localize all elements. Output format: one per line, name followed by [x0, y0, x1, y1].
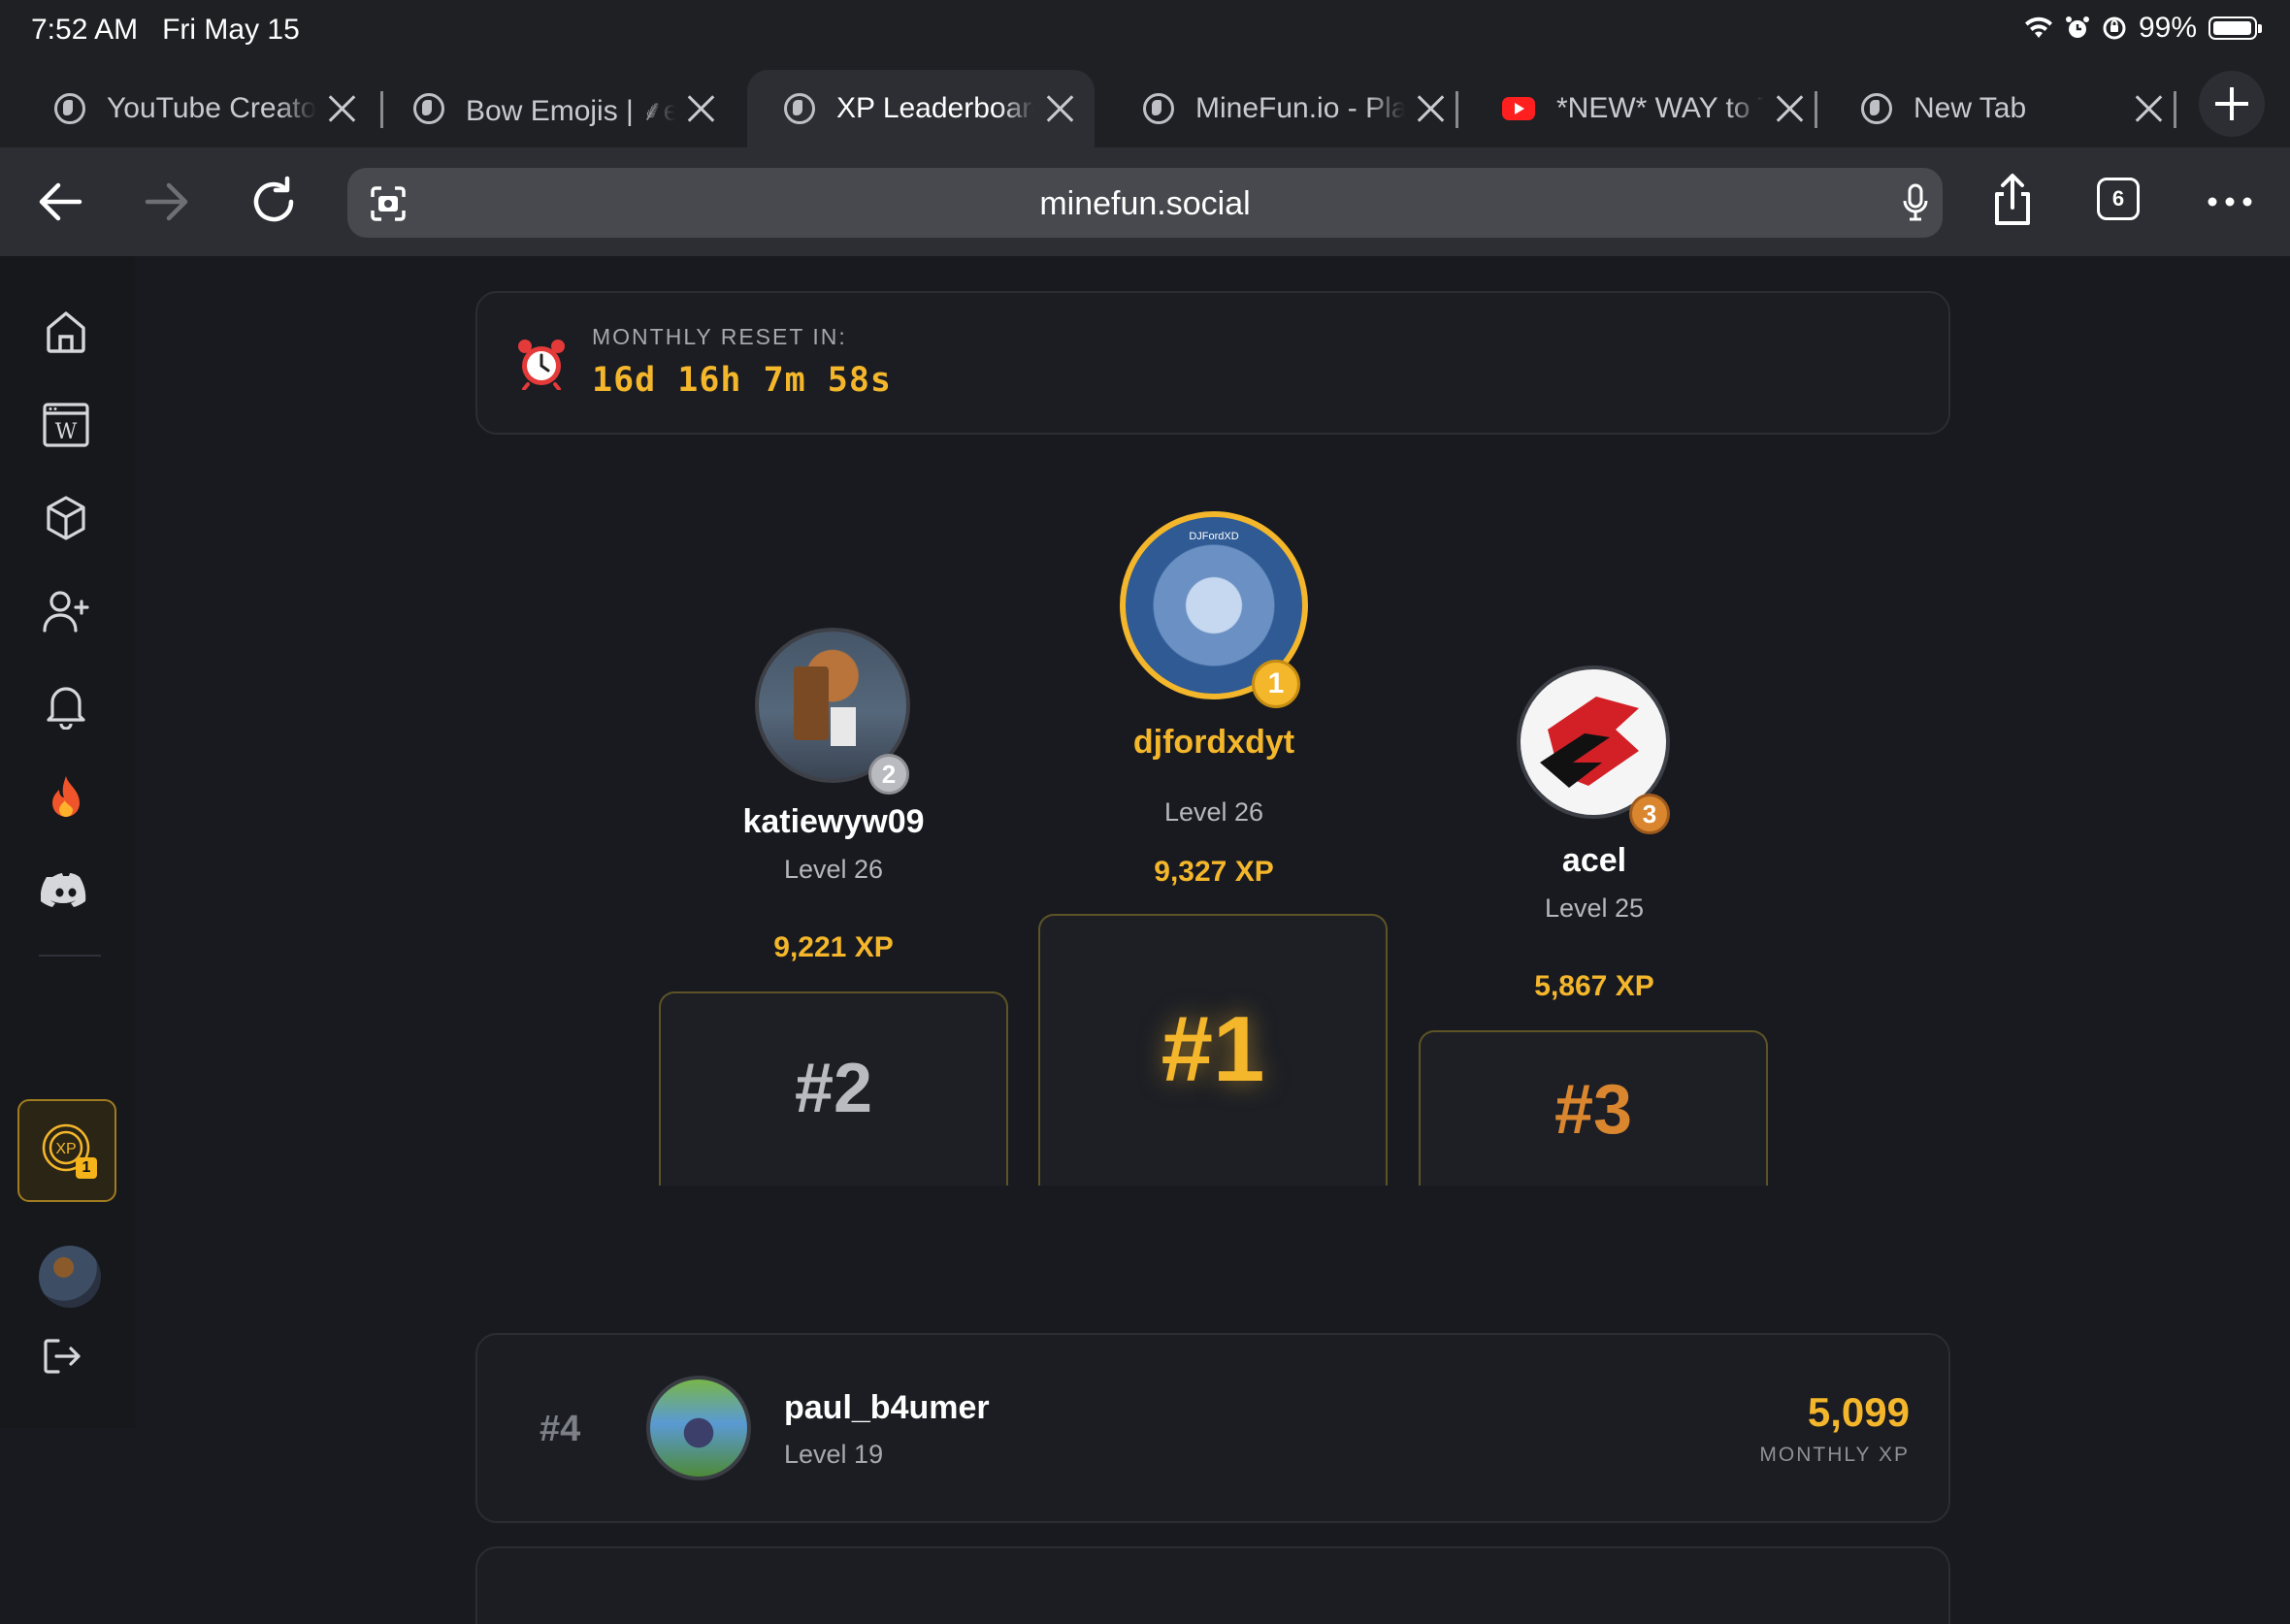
- tab-title: MineFun.io - Pla: [1195, 92, 1405, 124]
- xp-leaderboard-button[interactable]: XP 1: [17, 1099, 116, 1202]
- back-icon[interactable]: [31, 173, 89, 231]
- reload-icon[interactable]: [245, 173, 303, 231]
- silver-medal-badge: 2: [868, 754, 909, 795]
- sidebar-divider: [39, 955, 101, 957]
- tab-divider: [2174, 91, 2176, 128]
- monthly-reset-card: MONTHLY RESET IN: 16d 16h 7m 58s: [475, 291, 1950, 435]
- reset-countdown: 16d 16h 7m 58s: [592, 361, 893, 400]
- tab-title: *NEW* WAY to T: [1556, 92, 1764, 124]
- tab-youtube-creator[interactable]: YouTube Creato: [17, 70, 376, 147]
- xp-rank-badge: 1: [76, 1157, 97, 1179]
- sidebar: W XP 1: [0, 256, 137, 1428]
- battery-percent: 99%: [2138, 12, 2197, 44]
- forward-icon[interactable]: [138, 173, 196, 231]
- row-player-name[interactable]: paul_b4umer: [784, 1389, 990, 1427]
- close-icon[interactable]: [1044, 92, 1077, 125]
- sidebar-bottom-spacer: [0, 1428, 135, 1591]
- first-place-name[interactable]: djfordxdyt: [1105, 724, 1323, 762]
- close-icon[interactable]: [326, 92, 359, 125]
- reset-label: MONTHLY RESET IN:: [592, 324, 847, 349]
- first-place-xp: 9,327 XP: [1154, 856, 1274, 888]
- third-place-name[interactable]: acel: [1488, 842, 1701, 880]
- status-bar: 7:52 AM Fri May 15 99%: [0, 0, 2290, 60]
- battery-icon: [2208, 16, 2262, 40]
- second-place-podium: #2: [659, 991, 1008, 1186]
- svg-text:W: W: [55, 420, 78, 444]
- row-xp-label: MONTHLY XP: [1759, 1444, 1910, 1466]
- browser-toolbar: minefun.social 6: [0, 147, 2290, 256]
- add-friend-icon[interactable]: [41, 586, 91, 636]
- home-icon[interactable]: [41, 307, 91, 357]
- globe-icon: [413, 93, 444, 124]
- new-tab-button[interactable]: [2199, 71, 2265, 137]
- globe-icon: [1143, 93, 1174, 124]
- alarm-clock-icon: [518, 340, 565, 390]
- tab-overview-button[interactable]: 6: [2097, 178, 2140, 220]
- tab-title: Bow Emojis | ⸙e: [466, 94, 675, 127]
- row-avatar[interactable]: [646, 1376, 751, 1480]
- bell-icon[interactable]: [41, 679, 91, 730]
- row-player-level: Level 19: [784, 1440, 884, 1469]
- discord-icon[interactable]: [41, 865, 91, 916]
- leaderboard-page: MONTHLY RESET IN: 16d 16h 7m 58s 2 katie…: [135, 256, 2290, 1624]
- address-bar[interactable]: minefun.social: [347, 168, 1943, 238]
- wiki-icon[interactable]: W: [41, 400, 91, 450]
- globe-icon: [54, 93, 85, 124]
- url-text: minefun.social: [1039, 185, 1251, 222]
- third-place-xp: 5,867 XP: [1534, 970, 1654, 1002]
- more-icon[interactable]: [2201, 173, 2259, 231]
- row-rank: #4: [540, 1409, 581, 1449]
- alarm-icon: [2065, 16, 2089, 38]
- first-place-podium: #1: [1038, 914, 1388, 1186]
- globe-icon: [784, 93, 815, 124]
- fire-icon[interactable]: [41, 772, 91, 823]
- close-icon[interactable]: [1774, 92, 1807, 125]
- third-place-podium: #3: [1419, 1030, 1768, 1186]
- globe-icon: [1861, 93, 1892, 124]
- youtube-icon: [1502, 97, 1535, 120]
- share-icon[interactable]: [1983, 171, 2042, 229]
- tab-divider: [1456, 91, 1458, 128]
- tab-bar: YouTube Creato Bow Emojis | ⸙e XP Leader…: [0, 60, 2290, 147]
- second-place-xp: 9,221 XP: [773, 931, 894, 963]
- avatar-caption: DJFordXD: [1189, 531, 1239, 542]
- close-icon[interactable]: [685, 92, 718, 125]
- tab-minefun[interactable]: MineFun.io - Pla: [1106, 70, 1465, 147]
- second-place-name[interactable]: katiewyw09: [727, 803, 940, 841]
- logout-icon[interactable]: [41, 1335, 83, 1378]
- third-place-level: Level 25: [1544, 893, 1645, 923]
- second-place-level: Level 26: [783, 855, 884, 884]
- user-avatar[interactable]: [39, 1246, 101, 1308]
- close-icon[interactable]: [1415, 92, 1448, 125]
- gold-medal-badge: 1: [1252, 660, 1300, 708]
- bronze-medal-badge: 3: [1629, 794, 1670, 834]
- cube-icon[interactable]: [41, 493, 91, 543]
- status-time: 7:52 AM: [31, 14, 139, 46]
- tab-title: YouTube Creato: [107, 92, 316, 124]
- tab-new-tab[interactable]: New Tab: [1824, 70, 2183, 147]
- tab-divider: [1815, 91, 1817, 128]
- microphone-icon[interactable]: [1902, 183, 1929, 222]
- tab-title: XP Leaderboard: [836, 92, 1034, 124]
- orientation-lock-icon: [2103, 16, 2126, 40]
- wifi-icon: [2024, 16, 2052, 38]
- row-xp-value: 5,099: [1807, 1389, 1910, 1435]
- tab-bow-emojis[interactable]: Bow Emojis | ⸙e: [376, 70, 736, 147]
- tab-title: New Tab: [1914, 92, 2027, 124]
- leaderboard-row[interactable]: #4 paul_b4umer Level 19 5,099 MONTHLY XP: [475, 1333, 1950, 1523]
- tab-new-way[interactable]: *NEW* WAY to T: [1465, 70, 1824, 147]
- tab-xp-leaderboard[interactable]: XP Leaderboard: [747, 70, 1095, 147]
- status-date: Fri May 15: [162, 14, 300, 46]
- first-place-level: Level 26: [1163, 797, 1264, 827]
- close-icon[interactable]: [2133, 92, 2166, 125]
- leaderboard-row-next[interactable]: [475, 1546, 1950, 1624]
- xp-label: XP: [55, 1141, 76, 1157]
